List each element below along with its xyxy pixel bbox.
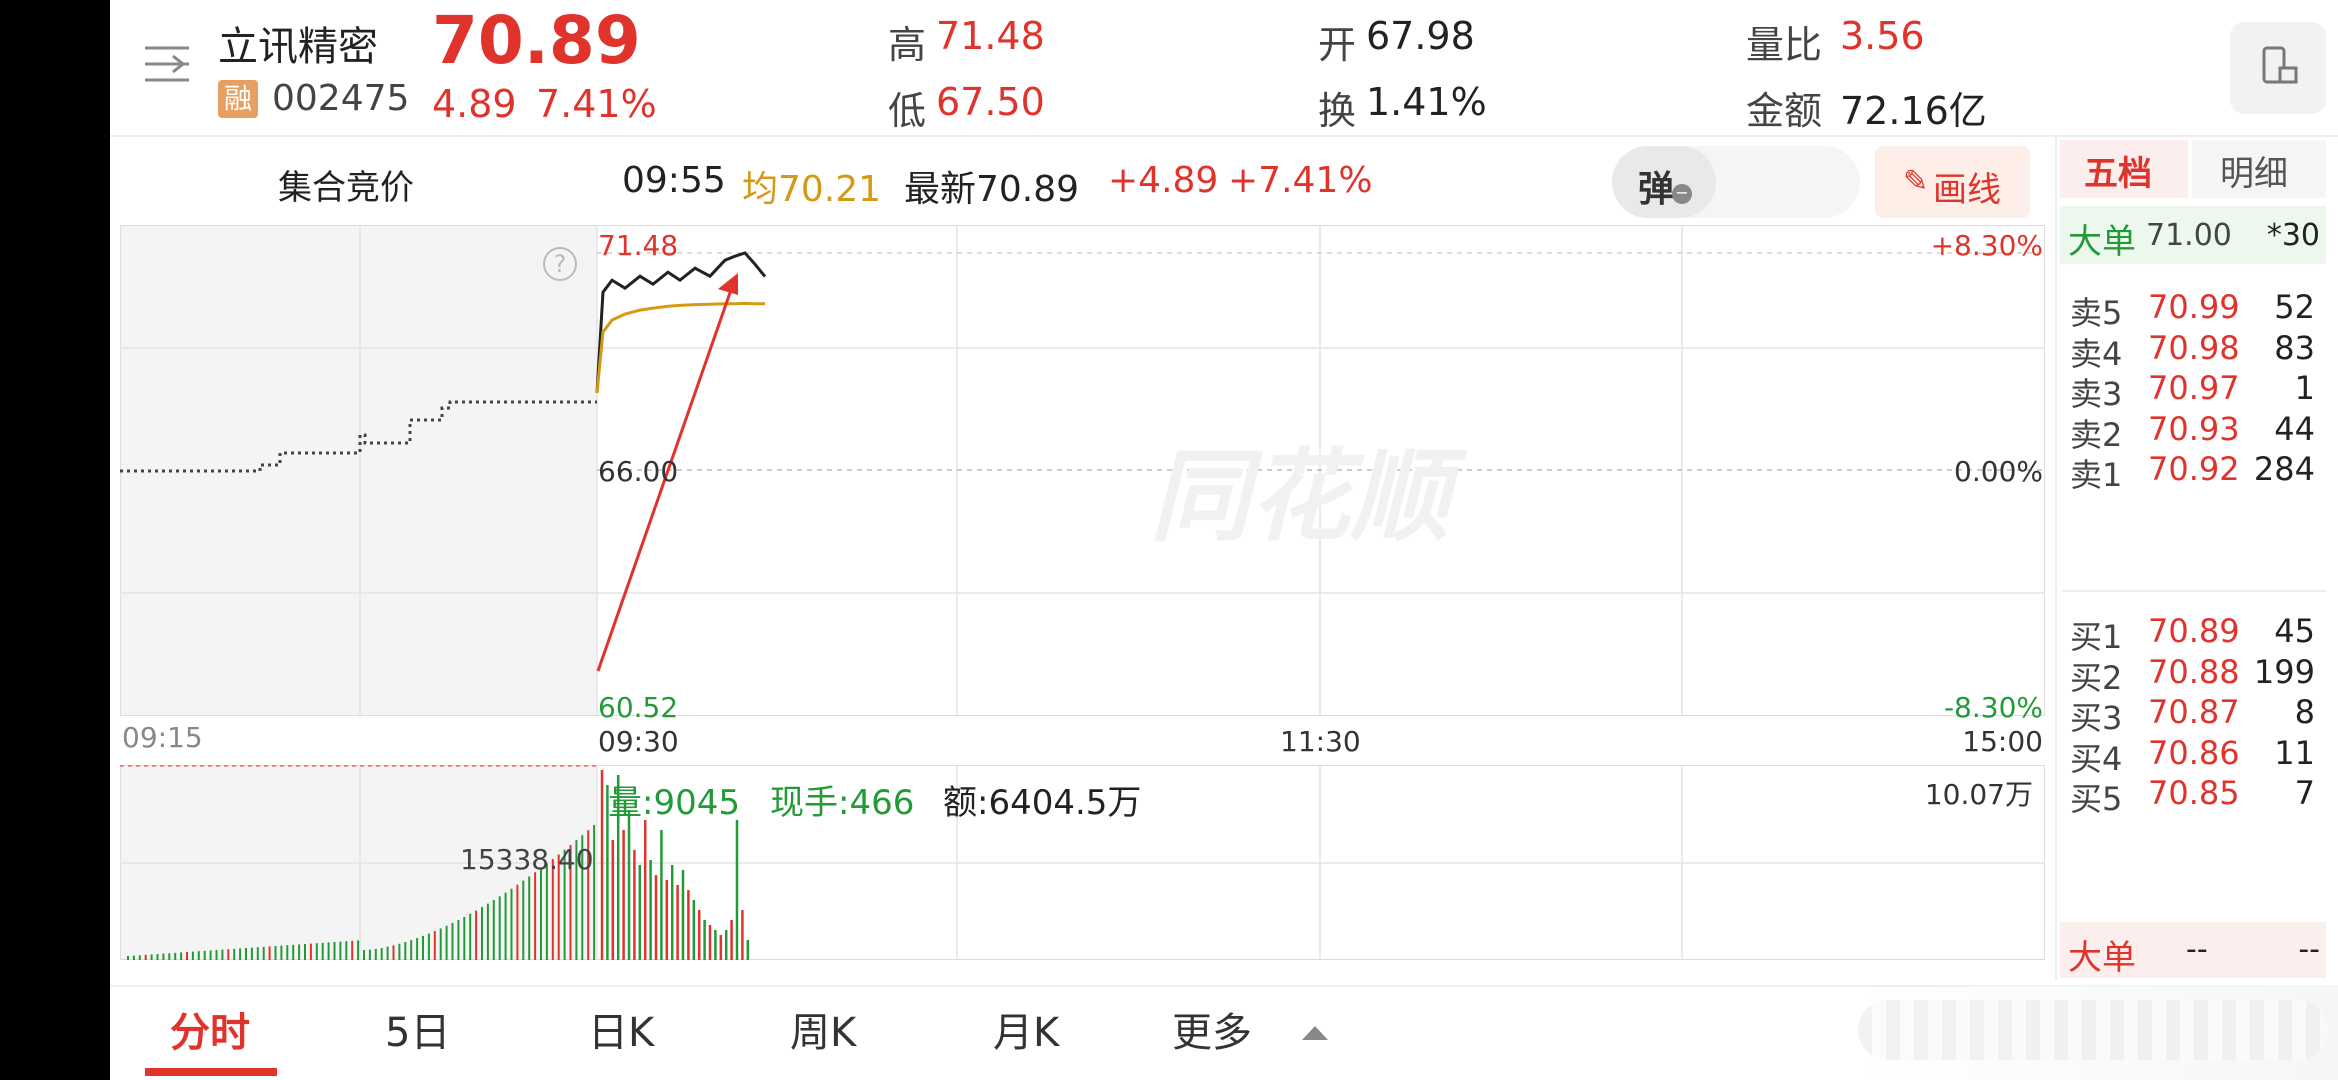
tab-more[interactable]: 更多 [1172, 1000, 1252, 1058]
info-time: 09:55 [622, 160, 726, 201]
landscape-toggle-button[interactable] [2230, 22, 2326, 114]
bid-level-price: 70.85 [2148, 774, 2240, 812]
vol-ratio-value: 3.56 [1840, 14, 1925, 58]
tab-five-levels[interactable]: 五档 [2060, 140, 2188, 198]
bottom-big-price: -- [2186, 932, 2208, 967]
time-label-1130: 11:30 [1280, 725, 1361, 758]
bid-level-label: 买5 [2070, 780, 2123, 818]
screen-edge [0, 0, 110, 1080]
big-order-row: 大单 71.00 *30 [2060, 206, 2326, 264]
stock-detail-screen: 立讯精密 融 002475 70.89 4.89 7.41% 高 71.48 低… [0, 0, 2338, 1080]
tab-intraday[interactable]: 分时 [170, 1000, 250, 1058]
ask-level-label: 卖1 [2070, 456, 2123, 494]
info-chg-pct: +7.41% [1228, 160, 1373, 201]
scroll-handle[interactable] [1858, 1000, 2328, 1060]
watermark-text: 同花顺 [1150, 438, 1450, 555]
tab-detail[interactable]: 明细 [2192, 140, 2326, 198]
auction-label: 集合竞价 [278, 168, 414, 208]
pct-mid-label: 0.00% [1954, 455, 2043, 488]
tab-detail-label: 明细 [2220, 154, 2288, 194]
ask-level-price: 70.92 [2148, 450, 2240, 488]
bottom-big-vol: -- [2298, 932, 2320, 967]
high-label: 高 [888, 23, 927, 67]
info-avg: 均70.21 [742, 169, 882, 210]
help-icon[interactable]: ? [543, 247, 577, 281]
draw-line-button[interactable]: ✎ 画线 [1875, 146, 2030, 218]
open-value: 67.98 [1366, 14, 1475, 58]
margin-badge: 融 [218, 80, 258, 118]
tab-5day[interactable]: 5日 [385, 1000, 450, 1058]
price-high-label: 71.48 [598, 229, 679, 262]
bid-level-volume: 7 [2294, 774, 2315, 812]
time-label-1500: 15:00 [1962, 725, 2043, 758]
tab-five-levels-label: 五档 [2084, 154, 2152, 194]
draw-line-label: 画线 [1933, 170, 2001, 210]
header-divider [110, 135, 2338, 137]
danmu-label: 弹 [1638, 169, 1675, 210]
vol-label: 量:9045 [608, 783, 740, 823]
price-line [595, 251, 767, 393]
vol-ratio-label: 量比 [1746, 23, 1823, 67]
menu-icon[interactable] [143, 42, 191, 88]
open-label: 开 [1318, 23, 1357, 67]
tab-active-underline [145, 1068, 277, 1076]
chart-canvas [120, 225, 2045, 960]
rotate-phone-icon [2262, 46, 2298, 84]
bid-level-row[interactable]: 买5 70.85 7 [2070, 764, 2315, 820]
amount-value: 72.16亿 [1840, 89, 1987, 133]
pct-low-label: -8.30% [1943, 691, 2043, 724]
big-order-vol: *30 [2266, 218, 2320, 253]
danmu-off-icon: − [1672, 184, 1692, 204]
tab-weekly-k[interactable]: 周K [790, 1000, 856, 1058]
price-low-label: 60.52 [598, 691, 679, 724]
vol-axis-max-label: 10.07万 [1924, 778, 2033, 811]
orderbook-divider [2062, 590, 2326, 592]
current-price: 70.89 [432, 2, 641, 79]
price-mid-label: 66.00 [598, 455, 679, 488]
current-hand-label: 现手:466 [770, 783, 915, 823]
danmu-button[interactable]: 弹 − [1612, 146, 1716, 218]
pct-high-label: +8.30% [1930, 229, 2043, 262]
amount-label: 金额 [1746, 89, 1823, 133]
info-latest: 最新70.89 [904, 169, 1080, 210]
price-change-pct: 7.41% [536, 82, 657, 126]
stock-code: 002475 [272, 78, 410, 119]
turnover-label: 换 [1318, 89, 1357, 133]
auction-vol-label: 15338.40 [460, 843, 594, 876]
tab-monthly-k[interactable]: 月K [993, 1000, 1059, 1058]
ask-level-volume: 284 [2253, 450, 2315, 488]
info-chg: +4.89 [1108, 160, 1219, 201]
price-change: 4.89 [432, 82, 517, 126]
stock-name: 立讯精密 [218, 24, 378, 70]
pencil-icon: ✎ [1903, 164, 1929, 199]
high-value: 71.48 [936, 14, 1045, 58]
caret-up-icon[interactable] [1302, 1026, 1328, 1040]
low-label: 低 [888, 89, 927, 133]
big-order-label: 大单 [2068, 222, 2136, 262]
ask-level-row[interactable]: 卖1 70.92 284 [2070, 440, 2315, 496]
time-label-0915: 09:15 [122, 721, 203, 754]
danmu-toggle[interactable]: 弹 − [1612, 146, 1860, 218]
time-label-0930: 09:30 [598, 725, 679, 758]
bottom-big-order-row: 大单 -- -- [2060, 922, 2326, 978]
turnover-value: 1.41% [1366, 80, 1487, 124]
intraday-chart[interactable]: ? 同花顺 71.48 66.00 60.52 +8.30% 0.00% -8.… [120, 225, 2045, 960]
tab-daily-k[interactable]: 日K [588, 1000, 654, 1058]
bottom-big-label: 大单 [2068, 938, 2136, 978]
big-order-price: 71.00 [2146, 218, 2232, 253]
low-value: 67.50 [936, 80, 1045, 124]
vol-amount-label: 额:6404.5万 [943, 783, 1142, 823]
